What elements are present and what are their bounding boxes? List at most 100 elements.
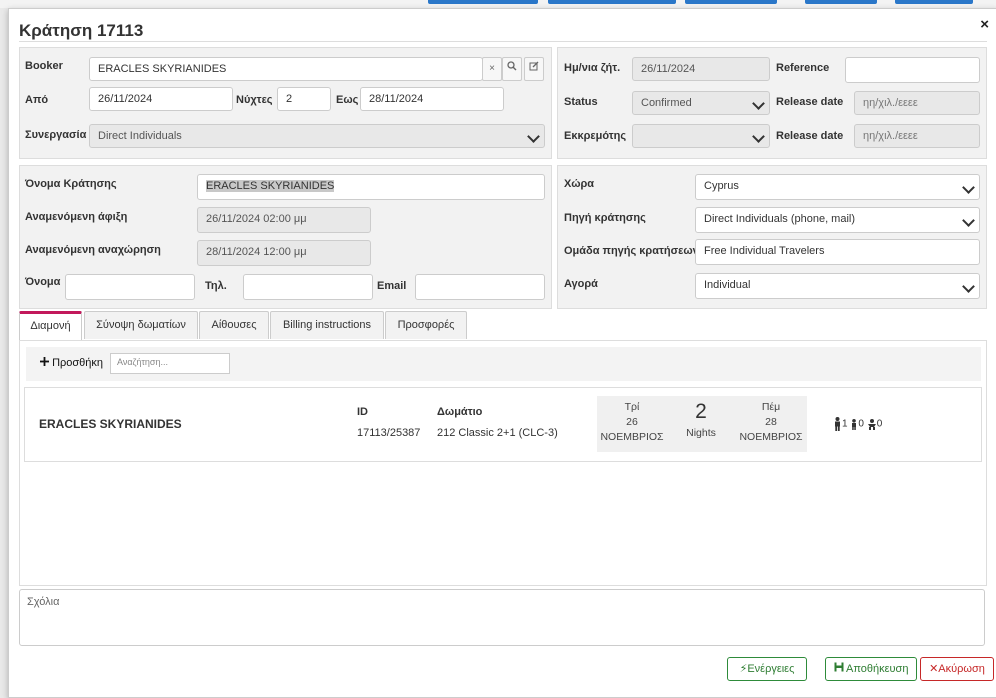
from-label: Από — [25, 94, 49, 106]
stay-card[interactable]: ERACLES SKYRIANIDES ID 17113/25387 Δωμάτ… — [24, 387, 982, 462]
divider — [19, 41, 987, 42]
infant-icon — [867, 418, 876, 430]
release-date-label: Release date — [776, 130, 844, 142]
room-value: 212 Classic 2+1 (CLC-3) — [437, 427, 558, 439]
arrival-label: Αναμενόμενη άφιξη — [25, 211, 128, 223]
departure-date-box: Πέμ 28 ΝΟΕΜΒΡΙΟΣ — [735, 396, 807, 452]
save-button[interactable]: Αποθήκευση — [825, 657, 917, 681]
country-select[interactable]: Cyprus — [695, 174, 980, 200]
modal-title: Κράτηση 17113 — [19, 21, 144, 40]
request-date-input: 26/11/2024 — [632, 57, 770, 81]
tab-offers[interactable]: Προσφορές — [385, 311, 467, 339]
source-group-input[interactable]: Free Individual Travelers — [695, 239, 980, 265]
stay-id: 17113/25387 — [357, 427, 421, 439]
cancel-label: Ακύρωση — [938, 663, 985, 675]
partnership-value: Direct Individuals — [98, 130, 182, 142]
background-page — [0, 0, 996, 8]
occupancy: 1 0 0 — [833, 417, 882, 431]
arrival-date-box: Τρί 26 ΝΟΕΜΒΡΙΟΣ — [597, 396, 667, 452]
to-label: Εως — [336, 94, 359, 106]
request-panel: Ημ/νια ζήτ. 26/11/2024 Reference Status … — [557, 47, 987, 159]
edit-icon[interactable] — [524, 57, 544, 81]
booking-name-label: Όνομα Κράτησης — [25, 178, 117, 190]
tab-rooms-summary[interactable]: Σύνοψη δωματίων — [84, 311, 198, 339]
phone-input[interactable] — [243, 274, 373, 300]
release-date-input[interactable]: ηη/χιλ./εεεε — [854, 91, 980, 115]
nights-count: 2 — [695, 400, 707, 423]
comments-textarea[interactable]: Σχόλια — [19, 589, 985, 646]
clear-icon[interactable]: × — [482, 57, 502, 81]
room-label: Δωμάτιο — [437, 406, 483, 418]
country-label: Χώρα — [564, 178, 595, 190]
booking-source-label: Πηγή κράτησης — [564, 212, 646, 224]
status-select[interactable]: Confirmed — [632, 91, 770, 115]
id-label: ID — [357, 406, 368, 418]
cancel-button[interactable]: ✕Ακύρωση — [920, 657, 994, 681]
stay-tab-content: Προσθήκη Αναζήτηση... ERACLES SKYRIANIDE… — [19, 340, 987, 586]
chevron-down-icon — [962, 280, 975, 293]
nights-box: 2 Nights — [667, 396, 735, 452]
chevron-down-icon — [752, 97, 765, 110]
guest-panel: Όνομα Κράτησης ERACLES SKYRIANIDES Αναμε… — [19, 165, 552, 309]
pending-label: Εκκρεμότης — [564, 130, 627, 142]
pending-select[interactable] — [632, 124, 770, 148]
plus-icon — [40, 357, 49, 366]
release-date-label: Release date — [776, 96, 844, 108]
add-button-label: Προσθήκη — [52, 357, 104, 369]
stay-toolbar: Προσθήκη Αναζήτηση... — [26, 347, 981, 381]
departure-day: 28 — [765, 416, 777, 428]
status-value: Confirmed — [641, 97, 692, 109]
background-button — [805, 0, 877, 4]
tab-halls[interactable]: Αίθουσες — [199, 311, 269, 339]
country-value: Cyprus — [704, 180, 739, 192]
name-input[interactable] — [65, 274, 195, 300]
reference-input[interactable] — [845, 57, 980, 83]
phone-label: Τηλ. — [205, 280, 227, 292]
chevron-down-icon — [962, 181, 975, 194]
source-panel: Χώρα Cyprus Πηγή κράτησης Direct Individ… — [557, 165, 987, 309]
booking-name-input[interactable]: ERACLES SKYRIANIDES — [197, 174, 545, 200]
stay-search-input[interactable]: Αναζήτηση... — [110, 353, 230, 374]
booking-name-value: ERACLES SKYRIANIDES — [206, 180, 335, 192]
email-input[interactable] — [415, 274, 545, 300]
source-group-label: Ομάδα πηγής κρατήσεων — [564, 245, 699, 257]
arrival-input: 26/11/2024 02:00 μμ — [197, 207, 371, 233]
market-select[interactable]: Individual — [695, 273, 980, 299]
market-value: Individual — [704, 279, 751, 291]
arrival-day: 26 — [626, 416, 638, 428]
release-date-input[interactable]: ηη/χιλ./εεεε — [854, 124, 980, 148]
background-button — [895, 0, 973, 4]
name-label: Όνομα — [25, 276, 61, 288]
departure-input: 28/11/2024 12:00 μμ — [197, 240, 371, 266]
actions-label: Ενέργειες — [747, 663, 795, 675]
nights-label: Νύχτες — [236, 94, 273, 106]
guest-name: ERACLES SKYRIANIDES — [39, 417, 182, 431]
chevron-down-icon — [527, 130, 540, 143]
partnership-select[interactable]: Direct Individuals — [89, 124, 545, 148]
departure-label: Αναμενόμενη αναχώρηση — [25, 244, 161, 256]
infants-count: 0 — [876, 418, 883, 430]
background-button — [685, 0, 777, 4]
chevron-down-icon — [962, 214, 975, 227]
reference-label: Reference — [776, 62, 830, 74]
booking-source-select[interactable]: Direct Individuals (phone, mail) — [695, 207, 980, 233]
background-button — [428, 0, 538, 4]
add-button[interactable]: Προσθήκη — [40, 357, 103, 369]
to-date-input[interactable]: 28/11/2024 — [360, 87, 504, 111]
search-icon[interactable] — [502, 57, 522, 81]
close-icon[interactable]: × — [980, 16, 989, 33]
status-label: Status — [564, 96, 598, 108]
booker-panel: Booker ERACLES SKYRIANIDES × Από 26/11/2… — [19, 47, 552, 159]
adults-count: 1 — [842, 418, 848, 430]
nights-label: Nights — [686, 427, 716, 439]
tab-stay[interactable]: Διαμονή — [19, 311, 82, 341]
email-label: Email — [377, 280, 407, 292]
from-date-input[interactable]: 26/11/2024 — [89, 87, 233, 111]
departure-month: ΝΟΕΜΒΡΙΟΣ — [739, 431, 803, 443]
save-label: Αποθήκευση — [846, 663, 909, 675]
nights-input[interactable]: 2 — [277, 87, 331, 111]
tab-billing-instructions[interactable]: Billing instructions — [270, 311, 384, 339]
actions-button[interactable]: ⚡Ενέργειες — [727, 657, 807, 681]
booker-input[interactable]: ERACLES SKYRIANIDES — [89, 57, 483, 81]
departure-weekday: Πέμ — [761, 401, 781, 413]
